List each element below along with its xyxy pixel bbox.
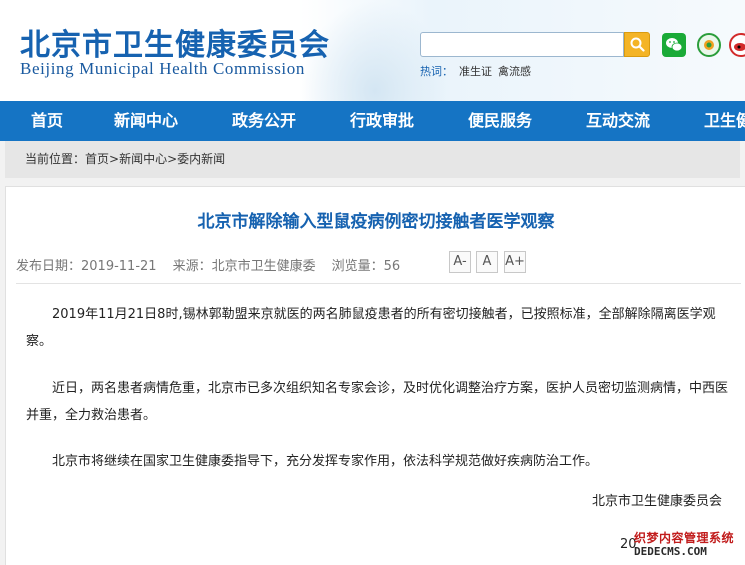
watermark-logo: 织梦内容管理系统 DEDECMS.COM bbox=[634, 527, 745, 565]
nav-item-interaction[interactable]: 互动交流 bbox=[586, 101, 650, 141]
search-button[interactable] bbox=[624, 32, 650, 57]
app-icon[interactable] bbox=[697, 33, 721, 57]
hot-words: 热词： 准生证 禽流感 bbox=[420, 63, 537, 79]
watermark-text-en: DEDECMS.COM bbox=[634, 545, 707, 558]
article-signature: 北京市卫生健康委员会 bbox=[591, 494, 722, 509]
divider bbox=[16, 283, 741, 284]
breadcrumb: 当前位置：首页>新闻中心>委内新闻 bbox=[5, 141, 740, 178]
breadcrumb-label: 当前位置： bbox=[25, 152, 86, 166]
hot-word-link[interactable]: 禽流感 bbox=[498, 65, 531, 78]
search-box bbox=[420, 32, 650, 57]
article-paragraph: 2019年11月21日8时,锡林郭勒盟来京就医的两名肺鼠疫患者的所有密切接触者，… bbox=[26, 307, 716, 349]
wechat-icon[interactable] bbox=[662, 33, 686, 57]
search-icon bbox=[630, 37, 645, 52]
weibo-icon[interactable] bbox=[729, 33, 745, 57]
page: 北京市卫生健康委员会 Beijing Municipal Health Comm… bbox=[0, 0, 745, 565]
article-paragraph: 近日，两名患者病情危重，北京市已多次组织知名专家会诊，及时优化调整治疗方案，医护… bbox=[26, 381, 729, 423]
hot-words-label: 热词： bbox=[420, 65, 453, 78]
nav-item-services[interactable]: 便民服务 bbox=[468, 101, 532, 141]
breadcrumb-path[interactable]: 首页>新闻中心>委内新闻 bbox=[85, 152, 225, 166]
article-paragraph: 北京市将继续在国家卫生健康委指导下，充分发挥专家作用，依法科学规范做好疾病防治工… bbox=[52, 454, 599, 469]
hot-word-link[interactable]: 准生证 bbox=[459, 65, 492, 78]
article-source: 来源：北京市卫生健康委 bbox=[172, 259, 316, 274]
site-logo-cn[interactable]: 北京市卫生健康委员会 bbox=[20, 20, 330, 64]
wechat-glyph bbox=[666, 38, 683, 52]
site-header: 北京市卫生健康委员会 Beijing Municipal Health Comm… bbox=[0, 0, 745, 101]
publish-date: 发布日期：2019-11-21 bbox=[16, 259, 157, 274]
view-count: 浏览量：56 bbox=[331, 259, 401, 274]
app-glyph bbox=[704, 40, 714, 50]
nav-item-government[interactable]: 政务公开 bbox=[232, 101, 296, 141]
font-increase-button[interactable]: A+ bbox=[504, 251, 526, 273]
main-nav: 首页 新闻中心 政务公开 行政审批 便民服务 互动交流 卫生健 bbox=[0, 101, 745, 141]
nav-item-home[interactable]: 首页 bbox=[31, 101, 63, 141]
weibo-glyph bbox=[734, 43, 745, 51]
site-logo-en[interactable]: Beijing Municipal Health Commission bbox=[20, 59, 305, 79]
search-input[interactable] bbox=[420, 32, 624, 57]
nav-item-health[interactable]: 卫生健 bbox=[704, 101, 745, 141]
article-panel: 北京市解除输入型鼠疫病例密切接触者医学观察 发布日期：2019-11-21 来源：… bbox=[5, 186, 745, 565]
font-decrease-button[interactable]: A- bbox=[449, 251, 471, 273]
watermark-text-cn: 织梦内容管理系统 bbox=[634, 531, 735, 545]
font-reset-button[interactable]: A bbox=[476, 251, 498, 273]
nav-item-approval[interactable]: 行政审批 bbox=[350, 101, 414, 141]
article-title: 北京市解除输入型鼠疫病例密切接触者医学观察 bbox=[197, 212, 555, 232]
nav-item-news[interactable]: 新闻中心 bbox=[114, 101, 178, 141]
article-meta: 发布日期：2019-11-21 来源：北京市卫生健康委 浏览量：56 bbox=[16, 255, 416, 274]
